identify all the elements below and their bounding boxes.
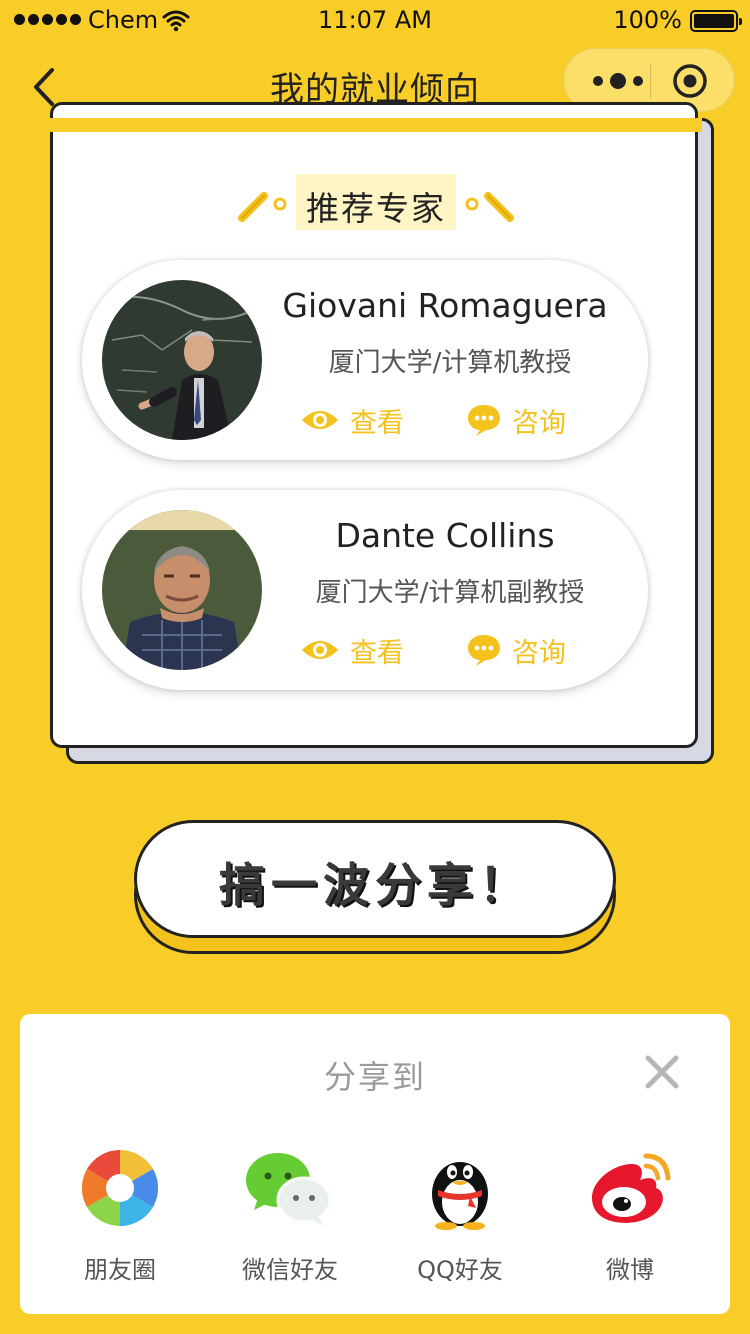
- share-target-label: QQ好友: [417, 1256, 503, 1284]
- avatar[interactable]: [102, 280, 262, 440]
- share-target-label: 朋友圈: [84, 1256, 156, 1284]
- avatar[interactable]: [102, 510, 262, 670]
- chat-bubble-icon: [468, 635, 500, 666]
- qq-icon: [432, 1162, 488, 1230]
- share-target-moments[interactable]: 朋友圈: [50, 1146, 190, 1296]
- expert-item: Dante Collins 厦门大学/计算机副教授 查看 咨询: [82, 490, 648, 690]
- expert-title: 厦门大学/计算机教授: [328, 348, 572, 378]
- pencil-icon: [465, 192, 514, 222]
- capsule-divider: [650, 63, 651, 99]
- expert-title: 厦门大学/计算机副教授: [315, 578, 585, 608]
- expert-name: Dante Collins: [335, 516, 555, 555]
- view-button[interactable]: 查看: [300, 632, 404, 669]
- share-target-qq[interactable]: QQ好友: [390, 1146, 530, 1296]
- chat-bubble-icon: [468, 405, 500, 436]
- moments-icon: [81, 1149, 159, 1227]
- view-label: 查看: [350, 637, 404, 669]
- close-miniprogram-icon[interactable]: [672, 63, 708, 99]
- eye-icon: [302, 411, 338, 429]
- expert-item: Giovani Romaguera 厦门大学/计算机教授 查看 咨询: [82, 260, 648, 460]
- share-button-label: 搞一波分享！: [219, 858, 531, 912]
- eye-icon: [302, 641, 338, 659]
- battery-percent: 100%: [613, 6, 682, 34]
- expert-name: Giovani Romaguera: [282, 286, 608, 325]
- share-sheet: 分享到 朋友圈 微信好友 QQ好友 微博: [20, 1014, 730, 1314]
- status-bar: Chem 11:07 AM 100%: [0, 0, 750, 42]
- consult-button[interactable]: 咨询: [466, 402, 566, 439]
- wechat-icon: [246, 1153, 332, 1226]
- battery-icon: [690, 10, 742, 32]
- weibo-icon: [592, 1153, 671, 1223]
- consult-label: 咨询: [512, 637, 566, 669]
- view-button[interactable]: 查看: [300, 402, 404, 439]
- share-target-label: 微信好友: [242, 1256, 338, 1284]
- share-target-weibo[interactable]: 微博: [560, 1146, 700, 1296]
- consult-button[interactable]: 咨询: [466, 632, 566, 669]
- share-sheet-title: 分享到: [323, 1058, 426, 1096]
- view-label: 查看: [350, 407, 404, 439]
- share-button[interactable]: 搞一波分享！: [134, 820, 616, 938]
- more-icon[interactable]: [588, 67, 648, 95]
- consult-label: 咨询: [512, 407, 566, 439]
- card-top-cover: [48, 118, 702, 132]
- recommend-header: 推荐专家: [236, 174, 516, 234]
- share-target-label: 微博: [606, 1256, 654, 1284]
- close-icon[interactable]: [642, 1052, 682, 1092]
- share-target-wechat[interactable]: 微信好友: [220, 1146, 360, 1296]
